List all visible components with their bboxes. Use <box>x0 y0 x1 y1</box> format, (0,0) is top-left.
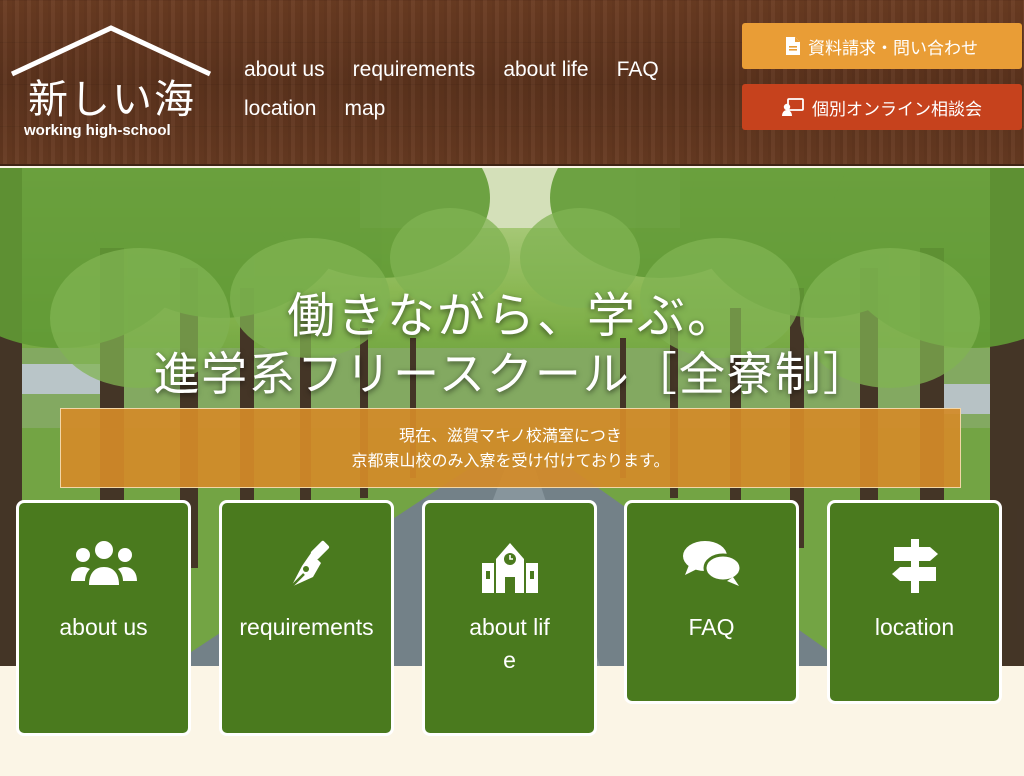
hero-headline: 働きながら、学ぶ。 <box>286 288 737 344</box>
pen-nib-icon <box>289 540 329 588</box>
nav-about-life[interactable]: about life <box>503 50 588 89</box>
online-meeting-icon <box>782 98 804 116</box>
hero-subheadline: 進学系フリースクール［全寮制］ <box>153 347 871 401</box>
nav-map[interactable]: map <box>344 89 385 128</box>
logo-subtitle: working high-school <box>24 122 171 139</box>
document-request-label: 資料請求・問い合わせ <box>808 38 978 59</box>
card-about-us-label: about us <box>59 614 148 640</box>
card-about-us[interactable]: about us <box>16 500 191 736</box>
notice-line-2: 京都東山校のみ入寮を受け付けております。 <box>351 451 670 470</box>
speech-bubbles-icon <box>682 541 742 586</box>
card-requirements[interactable]: requirements <box>219 500 394 736</box>
card-about-life[interactable]: about life <box>422 500 597 736</box>
card-location[interactable]: location <box>827 500 1002 704</box>
document-request-button[interactable]: 資料請求・問い合わせ <box>742 23 1022 69</box>
signpost-icon <box>891 539 938 593</box>
online-consultation-label: 個別オンライン相談会 <box>812 99 982 120</box>
admission-notice: 現在、滋賀マキノ校満室につき 京都東山校のみ入寮を受け付けております。 <box>60 408 961 488</box>
card-faq-label: FAQ <box>688 614 735 640</box>
logo-title: 新しい海 <box>28 77 196 123</box>
main-nav: about us requirements about life FAQ loc… <box>244 50 714 128</box>
notice-line-1: 現在、滋賀マキノ校満室につき <box>399 426 622 445</box>
card-faq[interactable]: FAQ <box>624 500 799 704</box>
nav-faq[interactable]: FAQ <box>617 50 659 89</box>
card-location-label: location <box>874 614 955 640</box>
site-logo[interactable]: 新しい海 working high-school <box>8 22 213 142</box>
nav-location[interactable]: location <box>244 89 316 128</box>
nav-about-us[interactable]: about us <box>244 50 325 89</box>
card-requirements-label: requirements <box>239 614 374 640</box>
card-about-life-label: about life <box>469 614 550 673</box>
online-consultation-button[interactable]: 個別オンライン相談会 <box>742 84 1022 130</box>
school-building-icon <box>481 543 538 593</box>
people-group-icon <box>70 541 137 585</box>
site-header: 新しい海 working high-school about us requir… <box>0 0 1024 166</box>
document-icon <box>786 37 800 55</box>
nav-requirements[interactable]: requirements <box>353 50 476 89</box>
house-roof-icon <box>10 25 212 77</box>
